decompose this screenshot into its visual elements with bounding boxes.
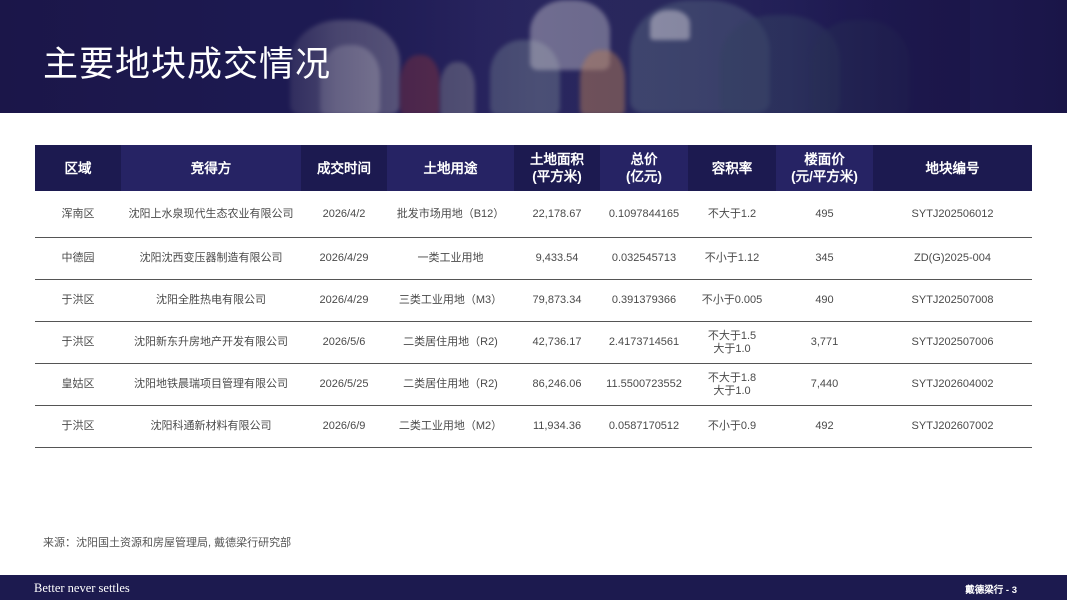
cell-total-price: 0.032545713: [600, 237, 688, 280]
source-note: 来源：沈阳国土资源和房屋管理局, 戴德梁行研究部: [43, 537, 292, 549]
land-transactions-table: 区域 竞得方 成交时间 土地用途 土地面积 (平方米) 总价 (亿元) 容积率 楼面…: [35, 145, 1032, 448]
cell-plot-ratio: 不小于0.9: [688, 405, 776, 448]
cell-deal-date: 2026/4/29: [301, 237, 387, 280]
cell-deal-date: 2026/5/6: [301, 321, 387, 364]
column-header-land-use: 土地用途: [387, 145, 514, 191]
cell-deal-date: 2026/6/9: [301, 405, 387, 448]
page-title: 主要地块成交情况: [43, 45, 332, 84]
column-header-deal-date: 成交时间: [301, 145, 387, 191]
cell-land-area: 22,178.67: [514, 191, 600, 238]
cell-land-area: 86,246.06: [514, 363, 600, 406]
column-header-land-area: 土地面积 (平方米): [514, 145, 600, 191]
cell-floor-price: 345: [776, 237, 873, 280]
cell-floor-price: 490: [776, 279, 873, 322]
table-row: 浑南区 沈阳上水泉现代生态农业有限公司 2026/4/2 批发市场用地（B12） 22,…: [35, 191, 1032, 238]
cell-winning-bidder: 沈阳新东升房地产开发有限公司: [121, 321, 301, 364]
cell-land-use: 三类工业用地（M3）: [387, 279, 514, 322]
cell-winning-bidder: 沈阳地铁晨瑞项目管理有限公司: [121, 363, 301, 406]
cell-plot-number: SYTJ202506012: [873, 191, 1032, 238]
cell-winning-bidder: 沈阳科通新材料有限公司: [121, 405, 301, 448]
cell-plot-ratio: 不大于1.8 大于1.0: [688, 363, 776, 406]
cell-total-price: 0.1097844165: [600, 191, 688, 238]
cell-plot-ratio: 不大于1.2: [688, 191, 776, 238]
cell-total-price: 0.0587170512: [600, 405, 688, 448]
cell-region: 中德园: [35, 237, 121, 280]
column-header-plot-ratio: 容积率: [688, 145, 776, 191]
cell-region: 于洪区: [35, 321, 121, 364]
cell-land-use: 二类工业用地（M2）: [387, 405, 514, 448]
cell-land-use: 批发市场用地（B12）: [387, 191, 514, 238]
cell-plot-number: SYTJ202604002: [873, 363, 1032, 406]
cell-land-area: 9,433.54: [514, 237, 600, 280]
footer-page-label: 戴德梁行 - 3: [965, 585, 1017, 596]
cell-total-price: 2.4173714561: [600, 321, 688, 364]
cell-region: 浑南区: [35, 191, 121, 238]
cell-floor-price: 7,440: [776, 363, 873, 406]
cell-plot-number: SYTJ202507008: [873, 279, 1032, 322]
cell-plot-ratio: 不小于1.12: [688, 237, 776, 280]
cell-land-use: 二类居住用地（R2): [387, 321, 514, 364]
cell-deal-date: 2026/5/25: [301, 363, 387, 406]
cell-plot-ratio: 不小于0.005: [688, 279, 776, 322]
column-header-total-price: 总价 (亿元): [600, 145, 688, 191]
column-header-floor-price: 楼面价 (元/平方米): [776, 145, 873, 191]
header-crowd-photo: [250, 0, 970, 113]
footer-slogan: Better never settles: [34, 581, 130, 595]
cell-land-area: 79,873.34: [514, 279, 600, 322]
cell-total-price: 0.391379366: [600, 279, 688, 322]
cell-deal-date: 2026/4/29: [301, 279, 387, 322]
table-row: 中德园 沈阳沈西变压器制造有限公司 2026/4/29 一类工业用地 9,433.54 0…: [35, 237, 1032, 280]
cell-winning-bidder: 沈阳上水泉现代生态农业有限公司: [121, 191, 301, 238]
table-row: 于洪区 沈阳科通新材料有限公司 2026/6/9 二类工业用地（M2） 11,934.3…: [35, 405, 1032, 448]
cell-region: 皇姑区: [35, 363, 121, 406]
column-header-region: 区域: [35, 145, 121, 191]
cell-total-price: 11.5500723552: [600, 363, 688, 406]
cell-land-area: 11,934.36: [514, 405, 600, 448]
header-banner: 主要地块成交情况: [0, 0, 1067, 113]
cell-plot-number: SYTJ202507006: [873, 321, 1032, 364]
cell-plot-ratio: 不大于1.5 大于1.0: [688, 321, 776, 364]
cell-plot-number: SYTJ202607002: [873, 405, 1032, 448]
table-header-row: 区域 竞得方 成交时间 土地用途 土地面积 (平方米) 总价 (亿元) 容积率 楼面…: [35, 145, 1032, 191]
column-header-winning-bidder: 竞得方: [121, 145, 301, 191]
table-row: 皇姑区 沈阳地铁晨瑞项目管理有限公司 2026/5/25 二类居住用地（R2) 86,2…: [35, 363, 1032, 406]
cell-plot-number: ZD(G)2025-004: [873, 237, 1032, 280]
column-header-plot-number: 地块编号: [873, 145, 1032, 191]
cell-region: 于洪区: [35, 405, 121, 448]
cell-land-area: 42,736.17: [514, 321, 600, 364]
cell-winning-bidder: 沈阳全胜热电有限公司: [121, 279, 301, 322]
cell-region: 于洪区: [35, 279, 121, 322]
table-row: 于洪区 沈阳全胜热电有限公司 2026/4/29 三类工业用地（M3） 79,873.3…: [35, 279, 1032, 322]
cell-deal-date: 2026/4/2: [301, 191, 387, 238]
cell-winning-bidder: 沈阳沈西变压器制造有限公司: [121, 237, 301, 280]
footer-bar: Better never settles 戴德梁行 - 3: [0, 575, 1067, 600]
cell-floor-price: 495: [776, 191, 873, 238]
cell-floor-price: 3,771: [776, 321, 873, 364]
cell-floor-price: 492: [776, 405, 873, 448]
table-row: 于洪区 沈阳新东升房地产开发有限公司 2026/5/6 二类居住用地（R2) 42,73…: [35, 321, 1032, 364]
cell-land-use: 二类居住用地（R2): [387, 363, 514, 406]
cell-land-use: 一类工业用地: [387, 237, 514, 280]
